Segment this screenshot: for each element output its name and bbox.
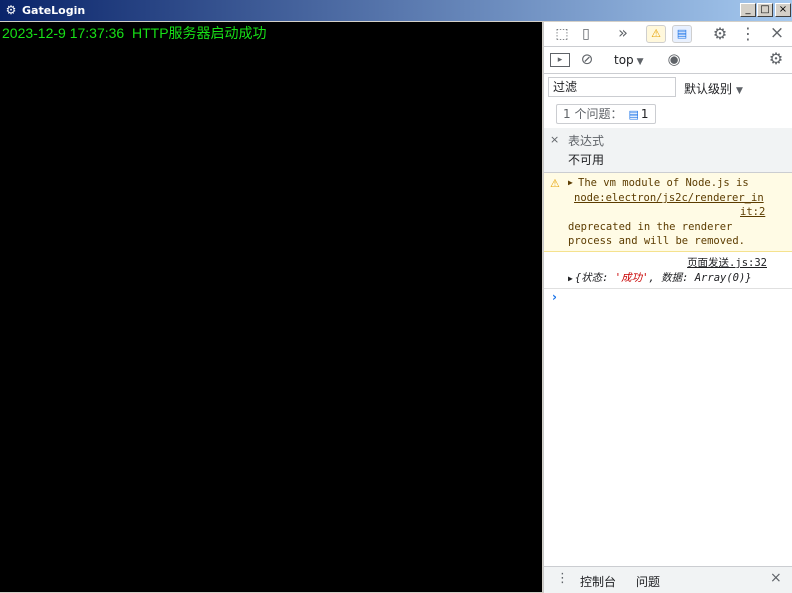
- expression-value: 不可用: [568, 153, 605, 167]
- eye-icon[interactable]: ◉: [664, 49, 684, 69]
- close-devtools-icon[interactable]: ×: [768, 23, 786, 43]
- devtools-panel: ⬚ ▯ » ⚠ ▤ ⚙ ⋮ × ▸ ⊘ top▼ ◉ ⚙ 默认级别▼: [543, 22, 792, 593]
- more-tabs-icon[interactable]: »: [614, 23, 632, 43]
- log-source-link[interactable]: 页面发送.js:32: [687, 255, 767, 270]
- remove-expression-icon[interactable]: ×: [550, 133, 559, 146]
- app-window: ⚙ GateLogin _ □ × 2023-12-9 17:37:36 HTT…: [0, 0, 792, 593]
- issues-button[interactable]: 1 个问题： ▤ 1: [556, 104, 656, 124]
- console-output: 2023-12-9 17:37:36 HTTP服务器启动成功: [0, 22, 542, 592]
- chevron-down-icon: ▼: [636, 57, 644, 67]
- tab-console[interactable]: 控制台: [580, 573, 616, 590]
- expand-triangle-icon[interactable]: ▶: [568, 178, 573, 187]
- chevron-down-icon: ▼: [736, 86, 743, 96]
- context-select[interactable]: top ▼: [614, 51, 644, 71]
- warning-message: ⚠ ▶ The vm module of Node.js is node:ele…: [544, 173, 792, 252]
- issues-label: 1 个问题：: [563, 107, 623, 121]
- close-button[interactable]: ×: [775, 3, 791, 17]
- filter-row: 默认级别▼: [544, 74, 792, 102]
- console-toolbar: ▸ ⊘ top ▼ ◉ ⚙: [544, 47, 792, 74]
- warning-badge-icon[interactable]: ⚠: [646, 25, 666, 43]
- object-string-value: '成功': [614, 272, 649, 284]
- settings-icon[interactable]: ⚙: [710, 24, 730, 44]
- menu-icon[interactable]: ⋮: [740, 24, 756, 44]
- warning-text: process and will be removed.: [568, 235, 746, 247]
- object-key-status: {状态:: [574, 272, 615, 284]
- clear-console-icon[interactable]: ⊘: [578, 49, 596, 69]
- close-drawer-icon[interactable]: ×: [770, 570, 782, 586]
- source-link[interactable]: node:electron/js2c/renderer_in: [574, 192, 764, 204]
- console-line: 2023-12-9 17:37:36 HTTP服务器启动成功: [2, 25, 267, 41]
- warning-icon: ⚠: [550, 177, 560, 190]
- issues-count: 1: [640, 107, 649, 121]
- drawer-menu-icon[interactable]: ⋮: [556, 571, 569, 586]
- object-rest: , 数据: Array(0)}: [648, 272, 752, 284]
- expand-triangle-icon[interactable]: ▶: [568, 274, 573, 283]
- log-levels-label: 默认级别: [684, 82, 733, 96]
- issues-row: 1 个问题： ▤ 1: [544, 102, 792, 129]
- minimize-button[interactable]: _: [740, 3, 756, 17]
- issue-icon: ▤: [628, 108, 639, 121]
- filter-input[interactable]: [548, 77, 676, 97]
- warning-text: The vm module of Node.js is: [578, 177, 749, 189]
- devtools-tabbar: ⬚ ▯ » ⚠ ▤ ⚙ ⋮ ×: [544, 22, 792, 47]
- tab-issues[interactable]: 问题: [636, 573, 660, 590]
- source-link-continued[interactable]: it:2: [740, 206, 765, 218]
- issues-badge-icon[interactable]: ▤: [672, 25, 692, 43]
- live-expression: × 表达式 不可用: [544, 128, 792, 173]
- app-icon: ⚙: [5, 3, 17, 17]
- drawer-tabbar: ⋮ 控制台 问题 ×: [544, 566, 792, 593]
- warning-text: deprecated in the renderer: [568, 221, 733, 233]
- context-value: top: [614, 53, 634, 67]
- sidebar-toggle-icon[interactable]: ▸: [550, 53, 570, 67]
- window-title: GateLogin: [22, 4, 86, 17]
- title-bar[interactable]: ⚙ GateLogin _ □ ×: [0, 0, 792, 21]
- log-message: 页面发送.js:32 ▶ {状态: '成功', 数据: Array(0)}: [544, 252, 792, 289]
- log-object[interactable]: ▶ {状态: '成功', 数据: Array(0)}: [568, 270, 752, 285]
- maximize-button[interactable]: □: [757, 3, 773, 17]
- device-toggle-icon[interactable]: ▯: [576, 24, 596, 44]
- inspect-element-icon[interactable]: ⬚: [552, 24, 572, 44]
- expression-label[interactable]: 表达式: [568, 132, 604, 149]
- console-settings-icon[interactable]: ⚙: [766, 49, 786, 69]
- console-prompt-icon[interactable]: ›: [552, 290, 557, 304]
- log-levels-select[interactable]: 默认级别 ▼: [684, 80, 743, 97]
